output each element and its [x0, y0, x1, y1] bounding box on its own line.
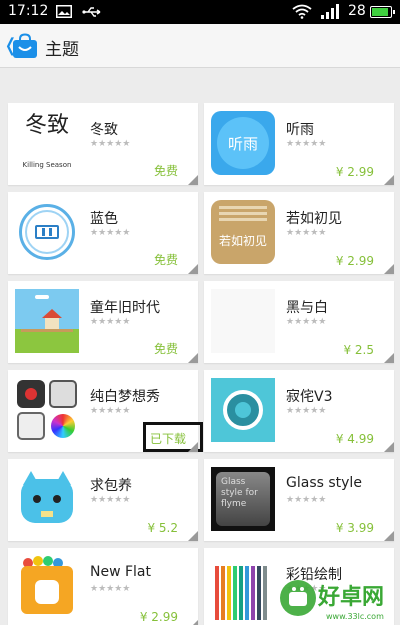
rating-stars: ★★★★★	[90, 317, 131, 327]
corner-indicator	[188, 620, 198, 625]
theme-card[interactable]: 寂侘V3 ★★★★★ ¥ 4.99	[204, 370, 394, 452]
theme-card[interactable]: 纯白梦想秀 ★★★★★ 已下载	[8, 370, 203, 452]
rating-stars: ★★★★★	[90, 228, 131, 238]
thumbnail-title: 冬致	[25, 113, 70, 138]
site-watermark: 好卓网 www.33lc.com	[280, 580, 384, 621]
corner-indicator	[384, 442, 394, 452]
app-header: ❬ 主题	[0, 24, 400, 68]
theme-price: ¥ 2.99	[139, 610, 178, 624]
corner-indicator	[188, 442, 198, 452]
page-title: 主题	[45, 40, 79, 60]
theme-thumbnail: 冬致 Killing Season	[15, 111, 79, 175]
status-bar: 17:12 28	[0, 0, 400, 24]
theme-card[interactable]: New Flat ★★★★★ ¥ 2.99	[8, 548, 198, 625]
theme-thumbnail	[15, 556, 79, 620]
clock: 17:12	[8, 3, 49, 19]
rating-stars: ★★★★★	[286, 139, 327, 149]
theme-card[interactable]: 黑与白 ★★★★★ ¥ 2.5	[204, 281, 394, 363]
theme-card[interactable]: 冬致 Killing Season 冬致 ★★★★★ 免费	[8, 103, 198, 185]
thumbnail-title: 听雨	[227, 135, 258, 153]
corner-indicator	[384, 264, 394, 274]
theme-thumbnail: 听雨	[211, 111, 275, 175]
rating-stars: ★★★★★	[286, 406, 327, 416]
theme-price: 免费	[153, 342, 178, 356]
theme-thumbnail	[211, 289, 275, 353]
theme-name: 若如初见	[286, 211, 342, 227]
theme-thumbnail	[15, 467, 79, 531]
rating-stars: ★★★★★	[90, 406, 131, 416]
theme-thumbnail	[15, 200, 79, 264]
theme-card[interactable]: Glass style for flyme Glass style ★★★★★ …	[204, 459, 394, 541]
corner-indicator	[188, 175, 198, 185]
theme-name: 寂侘V3	[286, 389, 333, 405]
image-icon	[56, 5, 72, 18]
theme-name: 童年旧时代	[90, 300, 160, 316]
corner-indicator	[188, 264, 198, 274]
theme-price: ¥ 4.99	[335, 432, 374, 446]
theme-name: 听雨	[286, 122, 314, 138]
thumbnail-title: Glass style for flyme	[221, 477, 258, 509]
theme-price: ¥ 2.5	[343, 343, 374, 357]
rating-stars: ★★★★★	[90, 139, 131, 149]
theme-name: 求包养	[90, 478, 132, 494]
theme-card[interactable]: 童年旧时代 ★★★★★ 免费	[8, 281, 198, 363]
theme-price: ¥ 2.99	[335, 254, 374, 268]
battery-icon	[370, 6, 395, 18]
theme-name: 纯白梦想秀	[90, 389, 160, 405]
theme-name: 冬致	[90, 122, 118, 138]
theme-price: ¥ 2.99	[335, 165, 374, 179]
theme-name: 黑与白	[286, 300, 328, 316]
shopping-bag-icon[interactable]	[12, 33, 38, 59]
corner-indicator	[384, 175, 394, 185]
corner-indicator	[188, 531, 198, 541]
rating-stars: ★★★★★	[286, 228, 327, 238]
watermark-main: 好卓网	[317, 584, 384, 610]
theme-thumbnail	[15, 289, 79, 353]
downloaded-status: 已下载	[150, 432, 187, 446]
theme-thumbnail	[15, 378, 79, 442]
theme-name: New Flat	[90, 564, 151, 580]
theme-name: 蓝色	[90, 211, 118, 227]
theme-thumbnail: Glass style for flyme	[211, 467, 275, 531]
corner-indicator	[384, 531, 394, 541]
theme-card[interactable]: 求包养 ★★★★★ ¥ 5.2	[8, 459, 198, 541]
theme-price: 免费	[153, 164, 178, 178]
rating-stars: ★★★★★	[286, 495, 327, 505]
rating-stars: ★★★★★	[90, 495, 131, 505]
rating-stars: ★★★★★	[90, 584, 131, 594]
theme-name: Glass style	[286, 475, 362, 491]
usb-icon	[82, 7, 101, 17]
thumbnail-title: 若如初见	[218, 234, 267, 248]
theme-thumbnail	[211, 378, 275, 442]
signal-icon	[321, 4, 339, 19]
theme-card[interactable]: 蓝色 ★★★★★ 免费	[8, 192, 198, 274]
theme-thumbnail	[211, 556, 275, 620]
corner-indicator	[384, 353, 394, 363]
wifi-icon	[292, 4, 312, 19]
battery-level: 28	[348, 3, 366, 19]
theme-card[interactable]: 听雨 听雨 ★★★★★ ¥ 2.99	[204, 103, 394, 185]
theme-card[interactable]: 若如初见 若如初见 ★★★★★ ¥ 2.99	[204, 192, 394, 274]
rating-stars: ★★★★★	[286, 317, 327, 327]
theme-price: ¥ 5.2	[147, 521, 178, 535]
theme-thumbnail: 若如初见	[211, 200, 275, 264]
thumbnail-subtitle: Killing Season	[22, 161, 72, 169]
watermark-url: www.33lc.com	[326, 612, 384, 621]
theme-price: 免费	[153, 253, 178, 267]
corner-indicator	[188, 353, 198, 363]
theme-price: ¥ 3.99	[335, 521, 374, 535]
